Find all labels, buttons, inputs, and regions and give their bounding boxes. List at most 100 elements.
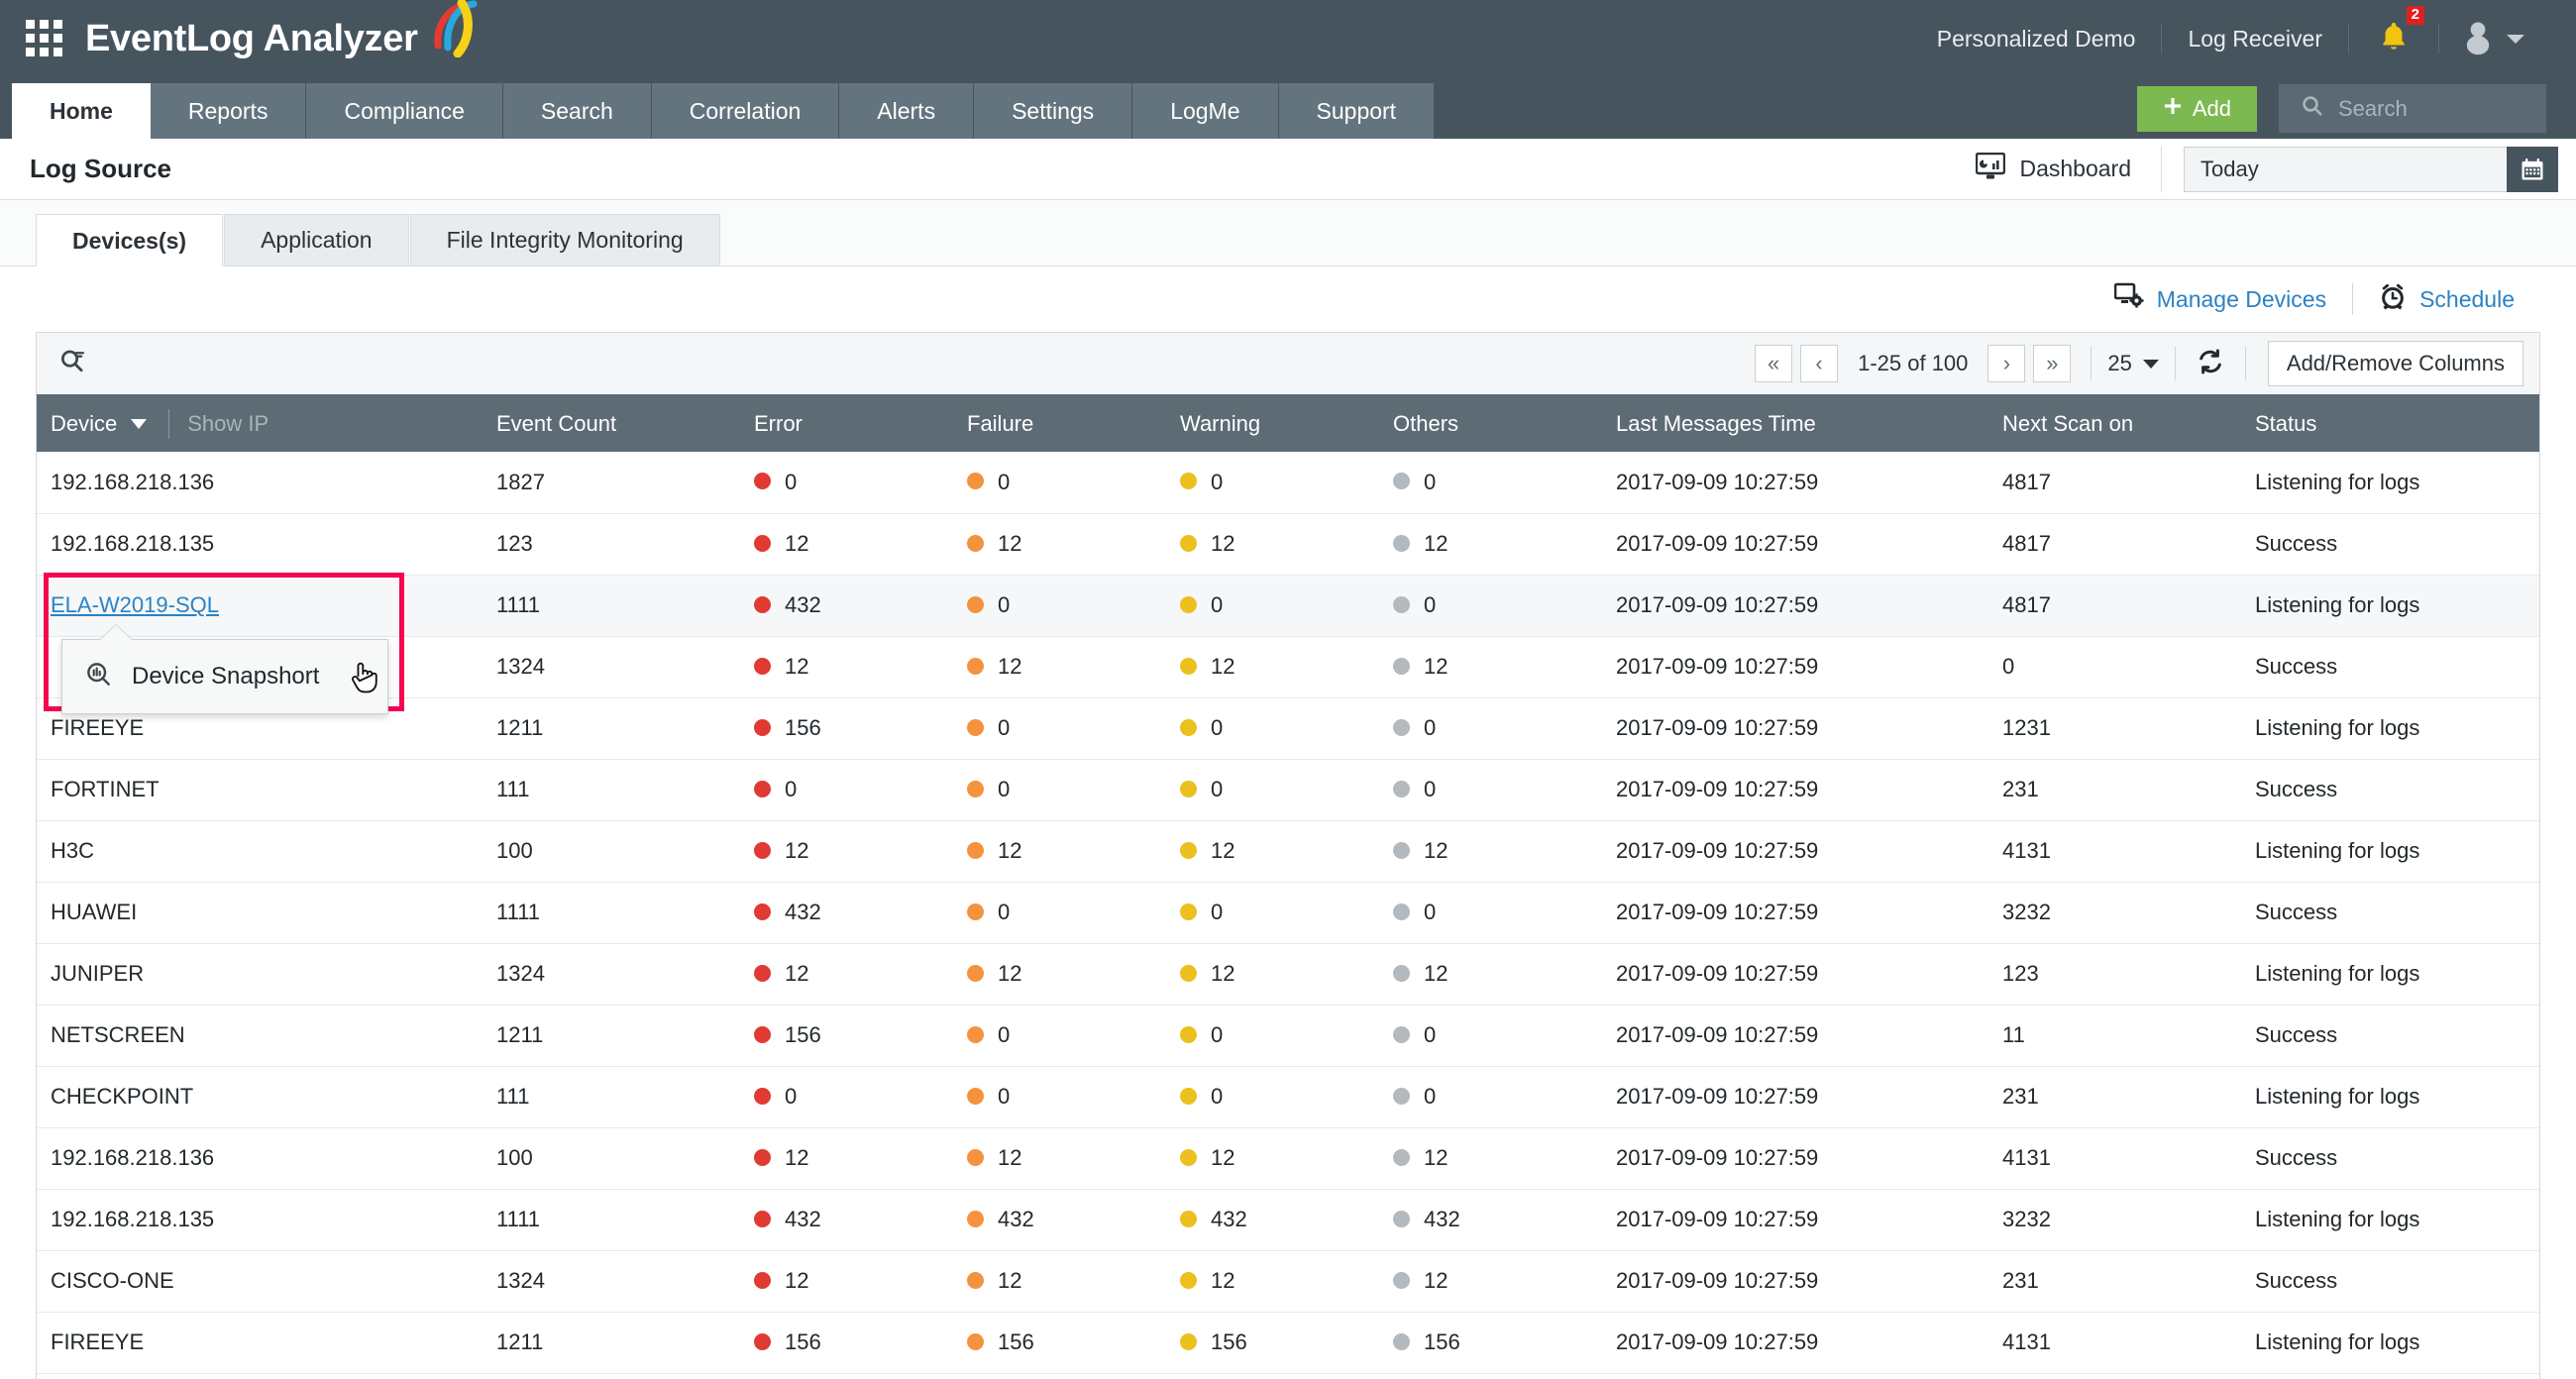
cell-device[interactable]: NETSCREEN [37, 1005, 483, 1067]
table-row[interactable]: 1324 12 12 12 12 2017-09-09 10:27:59 0 Success [37, 636, 2539, 698]
notifications-button[interactable]: 2 [2349, 5, 2438, 58]
personalized-demo-link[interactable]: Personalized Demo [1911, 26, 2162, 53]
cell-warning: 0 [1166, 882, 1379, 944]
cell-others: 0 [1379, 452, 1602, 514]
cell-device[interactable]: 192.168.218.136 [37, 1127, 483, 1190]
tab-compliance[interactable]: Compliance [306, 83, 503, 139]
cell-device[interactable]: FORTINET [37, 1373, 483, 1379]
table-row[interactable]: FORTINET 111 0 0 0 0 2017-09-09 10:27:59 231 Suc… [37, 759, 2539, 821]
fail-status-dot-icon [967, 902, 984, 920]
title-bar-right-group: Dashboard Today [1946, 139, 2576, 199]
table-row[interactable]: FORTINET1114324324324322017-09-09 10:27:… [37, 1373, 2539, 1379]
date-range-value[interactable]: Today [2184, 146, 2507, 192]
page-size-select[interactable]: 25 [2107, 351, 2159, 376]
column-header-error[interactable]: Error [740, 396, 953, 452]
sort-caret-icon[interactable] [131, 419, 148, 429]
column-header-others[interactable]: Others [1379, 396, 1602, 452]
tab-alerts-label: Alerts [877, 97, 936, 124]
subtab-file-integrity-monitoring[interactable]: File Integrity Monitoring [409, 214, 720, 265]
table-row[interactable]: CHECKPOINT 111 0 0 0 0 2017-09-09 10:27:59 231 L… [37, 1066, 2539, 1128]
apps-grid-icon[interactable] [26, 20, 63, 57]
column-header-event-count[interactable]: Event Count [483, 396, 740, 452]
cell-last-messages-time: 2017-09-09 10:27:59 [1602, 1373, 1988, 1379]
tab-home[interactable]: Home [12, 83, 151, 139]
next-page-button[interactable]: › [1987, 345, 2026, 382]
cell-device[interactable]: H3C [37, 820, 483, 883]
cell-event-count: 1324 [483, 943, 740, 1006]
cell-others: 12 [1379, 1250, 1602, 1313]
cell-status: Listening for logs [2241, 697, 2539, 760]
tab-reports-label: Reports [187, 97, 268, 124]
user-menu-button[interactable] [2439, 18, 2550, 60]
global-search-input[interactable]: Search [2279, 84, 2546, 133]
column-header-warning[interactable]: Warning [1166, 396, 1379, 452]
subtab-application[interactable]: Application [224, 214, 409, 265]
cell-device[interactable]: 192.168.218.136 [37, 452, 483, 514]
show-ip-toggle[interactable]: Show IP [187, 411, 268, 437]
cell-status: Success [2241, 1373, 2539, 1379]
cell-device[interactable]: JUNIPER [37, 943, 483, 1006]
schedule-link[interactable]: Schedule [2353, 282, 2540, 316]
cell-device[interactable]: CISCO-ONE [37, 1250, 483, 1313]
table-row[interactable]: 192.168.218.136 1827 0 0 0 0 2017-09-09 10:27:… [37, 452, 2539, 514]
first-page-button[interactable]: « [1755, 345, 1793, 382]
other-status-dot-icon [1393, 718, 1410, 736]
table-row[interactable]: 192.168.218.135 1111 432 432 432 432 2017-09-0… [37, 1189, 2539, 1251]
column-header-next-scan-on[interactable]: Next Scan on [1988, 396, 2241, 452]
tab-correlation[interactable]: Correlation [651, 83, 840, 139]
device-link[interactable]: ELA-W2019-SQL [51, 592, 219, 617]
cell-warning-value: 0 [1211, 592, 1224, 617]
tab-settings[interactable]: Settings [974, 83, 1133, 139]
table-row[interactable]: FIREEYE 1211 156 156 156 156 2017-09-09 10:27:… [37, 1312, 2539, 1374]
table-row[interactable]: FIREEYE 1211 156 0 0 0 2017-09-09 10:27:59 1231… [37, 697, 2539, 760]
dashboard-button[interactable]: Dashboard [1946, 152, 2161, 186]
cell-warning-value: 12 [1211, 1145, 1235, 1170]
cell-device[interactable]: 192.168.218.135 [37, 1189, 483, 1251]
tab-search[interactable]: Search [502, 83, 652, 139]
tab-home-label: Home [50, 97, 113, 124]
app-logo[interactable]: EventLog Analyzer [85, 0, 482, 67]
log-receiver-link[interactable]: Log Receiver [2162, 26, 2348, 53]
date-range-picker[interactable]: Today [2184, 146, 2558, 192]
device-snapshot-tooltip[interactable]: Device Snapshort [61, 624, 388, 714]
fail-status-dot-icon [967, 1271, 984, 1289]
cell-failure-value: 0 [998, 715, 1011, 740]
other-status-dot-icon [1393, 1271, 1410, 1289]
tab-logme[interactable]: LogMe [1132, 83, 1279, 139]
tab-alerts[interactable]: Alerts [839, 83, 975, 139]
column-header-last-messages-time[interactable]: Last Messages Time [1602, 396, 1988, 452]
table-row[interactable]: JUNIPER 1324 12 12 12 12 2017-09-09 10:27:59 12… [37, 943, 2539, 1006]
cell-last-messages-time: 2017-09-09 10:27:59 [1602, 1250, 1988, 1313]
column-header-failure[interactable]: Failure [953, 396, 1166, 452]
refresh-button[interactable] [2192, 347, 2229, 381]
column-header-status[interactable]: Status [2241, 396, 2539, 452]
cell-error-value: 156 [785, 1329, 821, 1354]
table-row[interactable]: NETSCREEN 1211 156 0 0 0 2017-09-09 10:27:59 11… [37, 1005, 2539, 1067]
cell-device[interactable]: FIREEYE [37, 1312, 483, 1374]
table-row[interactable]: ELA-W2019-SQL 1111 432 0 0 0 2017-09-09 10:27:… [37, 575, 2539, 637]
table-row[interactable]: 192.168.218.135 123 12 12 12 12 2017-09-09 10:… [37, 513, 2539, 576]
cell-error: 0 [740, 1066, 953, 1128]
err-status-dot-icon [754, 1087, 771, 1105]
column-header-device[interactable]: Device Show IP [37, 396, 483, 452]
subtab-devices[interactable]: Devices(s) [36, 214, 224, 266]
add-button[interactable]: Add [2136, 85, 2257, 132]
last-page-button[interactable]: » [2033, 345, 2072, 382]
cell-last-messages-time: 2017-09-09 10:27:59 [1602, 1005, 1988, 1067]
calendar-icon[interactable] [2507, 146, 2558, 192]
table-row[interactable]: HUAWEI 1111 432 0 0 0 2017-09-09 10:27:59 3232 S… [37, 882, 2539, 944]
cell-device[interactable]: FORTINET [37, 759, 483, 821]
cell-others-value: 0 [1424, 592, 1437, 617]
table-row[interactable]: H3C 100 12 12 12 12 2017-09-09 10:27:59 4131 Lis… [37, 820, 2539, 883]
cell-device[interactable]: HUAWEI [37, 882, 483, 944]
table-row[interactable]: CISCO-ONE 1324 12 12 12 12 2017-09-09 10:27:59… [37, 1250, 2539, 1313]
table-row[interactable]: 192.168.218.136 100 12 12 12 12 2017-09-09 10:… [37, 1127, 2539, 1190]
cell-device[interactable]: 192.168.218.135 [37, 513, 483, 576]
cell-device[interactable]: CHECKPOINT [37, 1066, 483, 1128]
prev-page-button[interactable]: ‹ [1800, 345, 1839, 382]
add-remove-columns-button[interactable]: Add/Remove Columns [2267, 341, 2523, 386]
tab-support[interactable]: Support [1278, 83, 1436, 139]
search-filter-icon[interactable] [58, 347, 88, 381]
manage-devices-link[interactable]: Manage Devices [2089, 282, 2352, 316]
tab-reports[interactable]: Reports [150, 83, 307, 139]
